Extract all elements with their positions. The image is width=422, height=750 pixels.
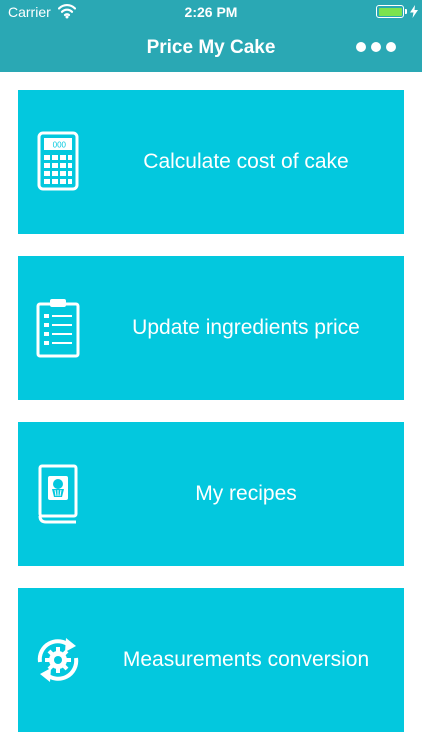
battery-tip [405,9,407,14]
recipe-book-icon [38,464,78,524]
status-bar: Carrier 2:26 PM [0,0,422,24]
battery-level [378,7,402,16]
tile-label: My recipes [195,482,297,505]
calculator-icon: 000 [37,131,79,191]
tile-label: Measurements conversion [122,648,370,671]
navigation-bar: Carrier 2:26 PM Price My Cake [0,0,422,72]
more-dot [371,42,381,52]
battery-icon [376,5,404,18]
more-options-button[interactable] [356,37,396,57]
my-recipes-button[interactable]: My recipes [18,422,404,566]
charging-bolt-icon [410,5,418,18]
more-dot [386,42,396,52]
more-dot [356,42,366,52]
calculate-cost-button[interactable]: 000 Calculate cost of cake [18,90,404,234]
conversion-gear-icon [37,638,79,682]
measurements-conversion-button[interactable]: Measurements conversion [18,588,404,732]
update-ingredients-button[interactable]: Update ingredients price [18,256,404,400]
tile-label: Calculate cost of cake [143,150,349,173]
tile-label: Update ingredients price [132,316,360,339]
status-time: 2:26 PM [184,4,238,20]
clipboard-list-icon [36,299,80,358]
svg-text:000: 000 [53,141,67,150]
